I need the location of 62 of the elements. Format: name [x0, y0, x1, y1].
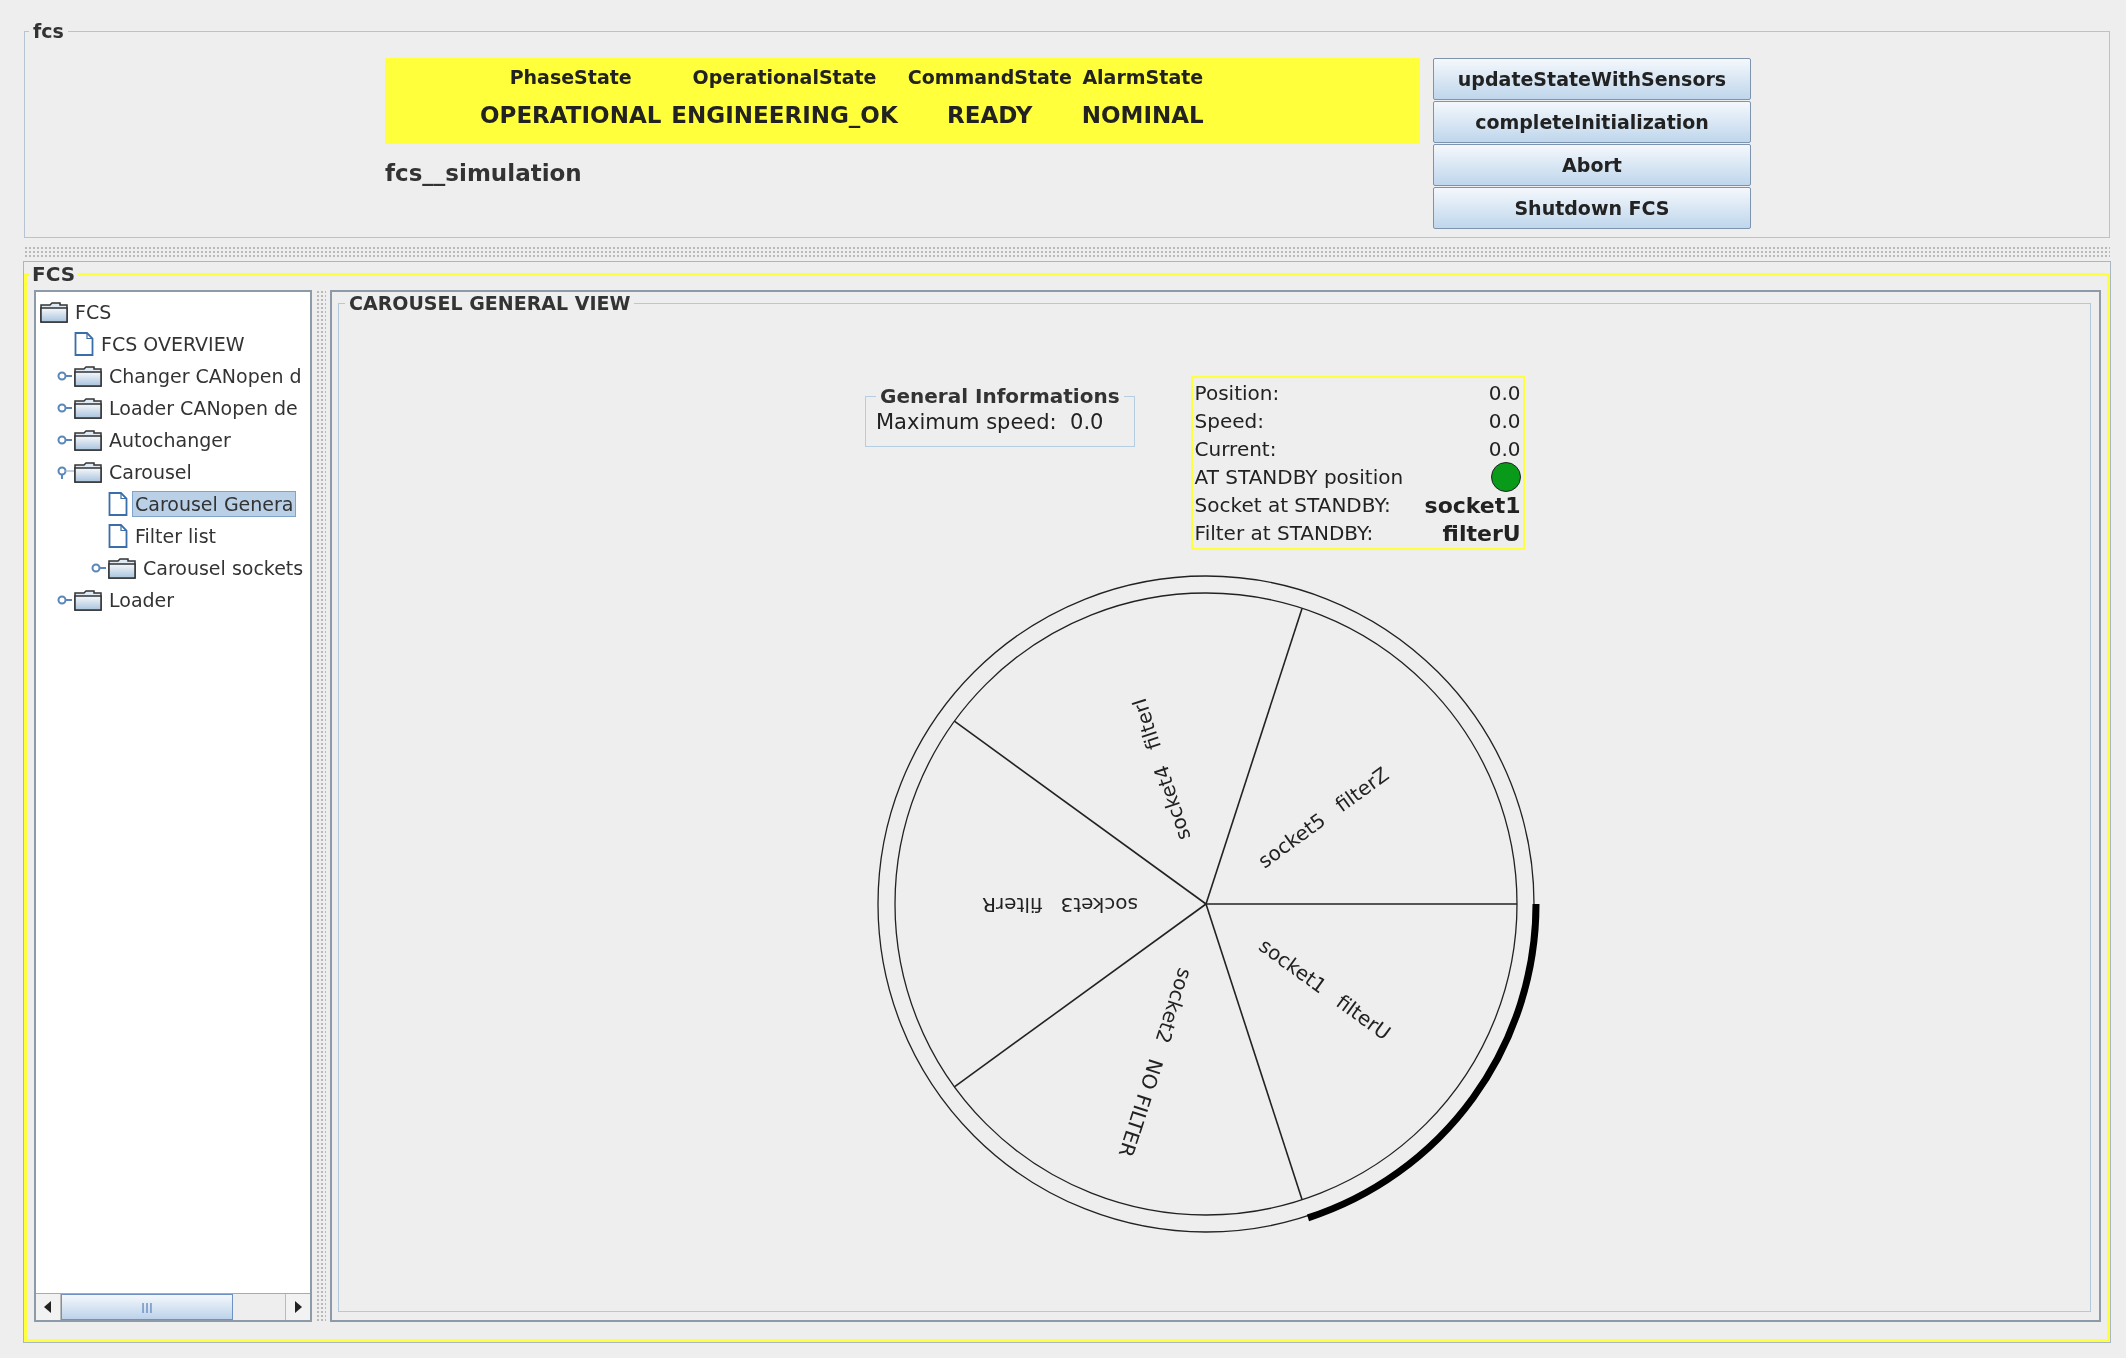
panel-title: CAROUSEL GENERAL VIEW — [348, 292, 632, 314]
scroll-left-icon[interactable] — [36, 1294, 61, 1320]
command-button[interactable]: Shutdown FCS — [1433, 187, 1751, 229]
folder-icon — [74, 429, 102, 451]
tree-item[interactable]: Changer CANopen d — [106, 363, 305, 389]
tree-item[interactable]: Loader CANopen de — [106, 395, 301, 421]
command-button[interactable]: updateStateWithSensors — [1433, 58, 1751, 100]
tree-item[interactable]: Carousel — [106, 459, 195, 485]
socket-label: socket3 filterR — [982, 893, 1138, 918]
tree-item[interactable]: Carousel Genera — [132, 491, 297, 517]
state-value: ENGINEERING_OK — [671, 102, 898, 128]
document-icon — [108, 524, 128, 548]
expand-handle-icon[interactable] — [56, 593, 74, 607]
box-title: General Informations — [879, 384, 1121, 408]
socket-label: socket2 NO FILTER — [1114, 965, 1198, 1161]
field-label: AT STANDBY position — [1194, 465, 1404, 489]
state-label: CommandState — [907, 66, 1072, 88]
field-label: Socket at STANDBY: — [1194, 493, 1391, 517]
state-value: NOMINAL — [1081, 102, 1204, 128]
document-icon — [74, 332, 94, 356]
field-label: Filter at STANDBY: — [1194, 521, 1374, 545]
collapse-handle-icon[interactable] — [56, 465, 74, 479]
field-value: 0.0 — [1070, 410, 1104, 434]
folder-icon — [108, 557, 136, 579]
expand-handle-icon[interactable] — [56, 433, 74, 447]
state-value: OPERATIONAL — [480, 102, 662, 128]
tree-item[interactable]: Filter list — [132, 523, 219, 549]
document-icon — [108, 492, 128, 516]
field-label: Position: — [1194, 381, 1280, 405]
field-value: 0.0 — [1488, 409, 1521, 433]
field-value: filterU — [1442, 520, 1521, 546]
panel-title: fcs — [32, 20, 65, 42]
expand-handle-icon[interactable] — [56, 369, 74, 383]
scroll-thumb[interactable] — [61, 1294, 233, 1320]
tree-item[interactable]: Carousel sockets — [140, 555, 307, 581]
folder-icon — [74, 397, 102, 419]
tree-item[interactable]: Loader — [106, 587, 178, 613]
field-value: 0.0 — [1488, 437, 1521, 461]
state-value: READY — [947, 102, 1033, 128]
folder-icon — [74, 365, 102, 387]
field-label: Current: — [1194, 437, 1277, 461]
folder-icon — [40, 301, 68, 323]
tree-item[interactable]: FCS OVERVIEW — [98, 331, 248, 357]
command-button[interactable]: Abort — [1433, 144, 1751, 186]
tree-item[interactable]: FCS — [72, 299, 115, 325]
subsystem-name: fcs__simulation — [385, 160, 583, 186]
state-label: OperationalState — [692, 66, 877, 88]
expand-handle-icon[interactable] — [56, 401, 74, 415]
state-label: PhaseState — [509, 66, 632, 88]
field-value: socket1 — [1424, 492, 1521, 518]
panel-title: FCS — [31, 262, 77, 286]
tree-item[interactable]: Autochanger — [106, 427, 234, 453]
folder-icon — [74, 461, 102, 483]
state-label: AlarmState — [1082, 66, 1204, 88]
folder-icon — [74, 589, 102, 611]
command-button[interactable]: completeInitialization — [1433, 101, 1751, 143]
field-label: Maximum speed: — [876, 410, 1057, 434]
field-label: Speed: — [1194, 409, 1265, 433]
horizontal-scrollbar[interactable] — [36, 1293, 310, 1320]
expand-handle-icon[interactable] — [90, 561, 108, 575]
field-value: 0.0 — [1488, 381, 1521, 405]
scroll-right-icon[interactable] — [285, 1294, 310, 1320]
